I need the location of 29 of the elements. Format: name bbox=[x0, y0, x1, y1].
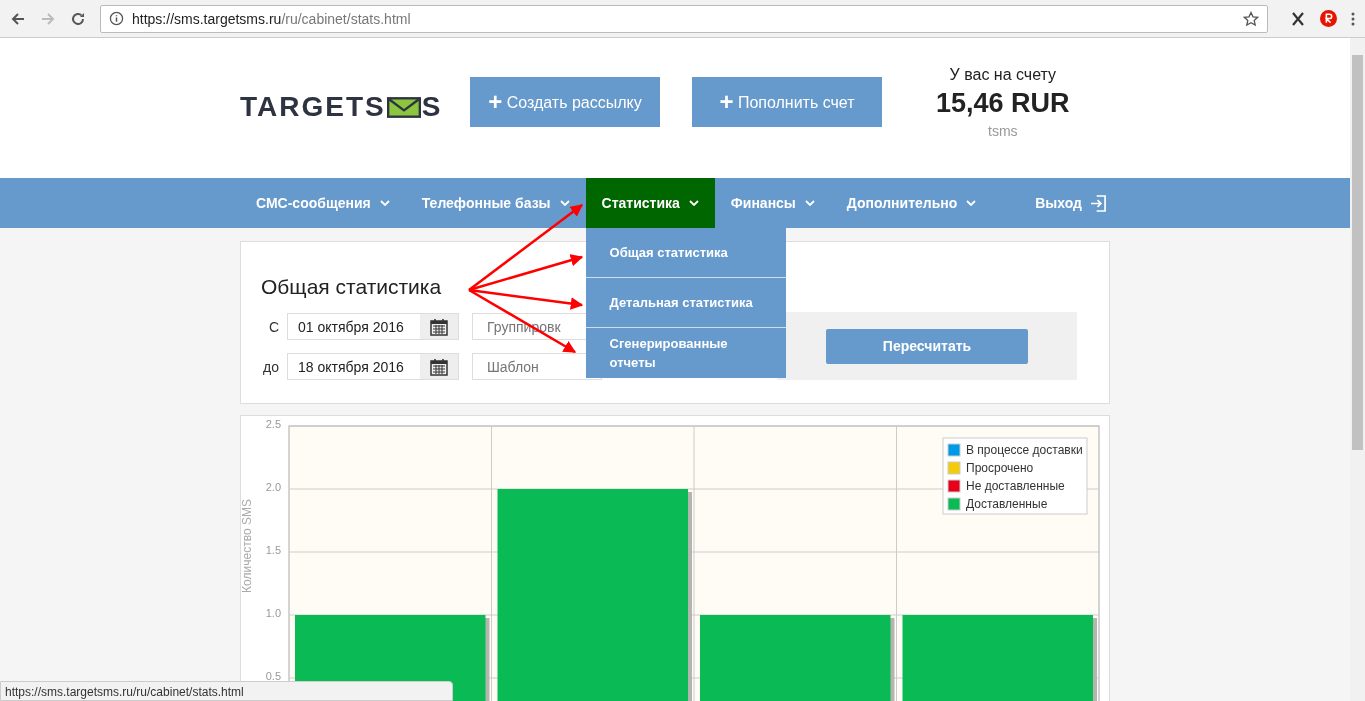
legend-label: В процессе доставки bbox=[966, 443, 1083, 457]
logo-text: S bbox=[421, 91, 443, 123]
y-tick-label: 1.5 bbox=[265, 544, 281, 556]
nav-item[interactable]: Дополнительно bbox=[830, 178, 993, 228]
balance-amount: 15,46 RUR bbox=[936, 87, 1070, 119]
y-axis-label: Количество SMS bbox=[241, 499, 254, 593]
nav-item[interactable]: Телефонные базы bbox=[405, 178, 586, 228]
section-title: Общая статистика bbox=[261, 275, 443, 299]
legend-label: Просрочено bbox=[966, 461, 1034, 475]
date-field[interactable]: 01 октября 2016 bbox=[287, 313, 459, 340]
field-label: до bbox=[262, 358, 279, 375]
y-tick-label: 0.5 bbox=[265, 670, 281, 682]
logo-text: TARGETS bbox=[240, 91, 386, 123]
nav-item[interactable]: СМС-сообщения bbox=[240, 178, 406, 228]
nav-item[interactable]: Финансы bbox=[714, 178, 831, 228]
url-text: https://sms.targetsms.ru/ru/cabinet/stats.html bbox=[132, 10, 412, 27]
legend-label: Не доставленные bbox=[966, 479, 1065, 493]
y-tick-label: 1.0 bbox=[265, 607, 281, 619]
y-tick-label: 2.5 bbox=[265, 418, 281, 430]
field-label: С bbox=[267, 318, 279, 335]
balance-unit: tsms bbox=[988, 122, 1018, 139]
nav-item[interactable]: Статистика bbox=[585, 178, 715, 228]
logout-link[interactable]: Выход bbox=[1019, 178, 1110, 228]
address-bar[interactable]: https://sms.targetsms.ru/ru/cabinet/stats.html bbox=[100, 4, 1268, 33]
date-field[interactable]: 18 октября 2016 bbox=[287, 353, 459, 380]
recalculate-button[interactable]: Пересчитать bbox=[826, 328, 1028, 364]
legend-label: Доставленные bbox=[966, 497, 1048, 511]
balance-label: У вас на счету bbox=[949, 65, 1057, 84]
y-tick-label: 2.0 bbox=[265, 481, 281, 493]
